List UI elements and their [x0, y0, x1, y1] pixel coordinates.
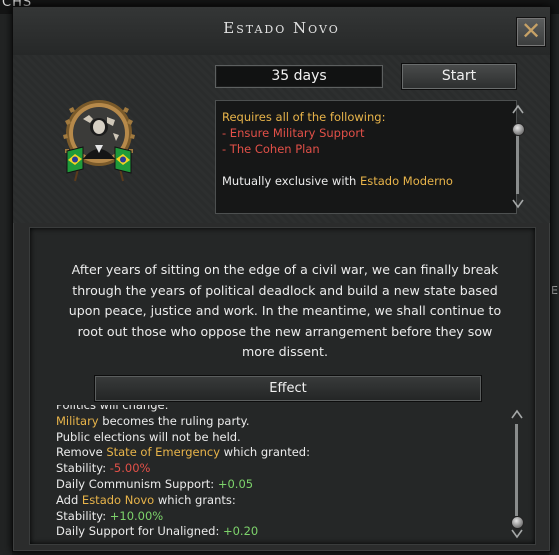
effect-line-part: Add [56, 492, 82, 507]
effect-line: Stability: -5.00% [56, 461, 496, 477]
background-left-strip [0, 14, 12, 555]
window-header: Estado Novo ✕ [13, 7, 550, 55]
effect-line: Stability: +10.00% [56, 509, 496, 525]
effect-line-part: +10.00% [109, 508, 164, 523]
effects-scrollbar[interactable] [510, 408, 524, 540]
effect-line-part: +0.05 [217, 476, 254, 491]
effect-line-part: Military [56, 413, 99, 428]
requirements-spacer [222, 157, 502, 173]
effect-line-part: which grants: [154, 492, 236, 507]
effect-line-part: -5.00% [109, 461, 151, 476]
effect-line: Remove State of Emergency which granted: [56, 445, 496, 461]
start-button[interactable]: Start [401, 63, 517, 90]
scroll-down-arrow-icon[interactable] [510, 528, 524, 540]
effect-line-part: State of Emergency [106, 445, 221, 460]
effects-list: Politics will change: Military becomes th… [56, 405, 496, 539]
requirements-heading: Requires all of the following: [222, 110, 386, 124]
scroll-track[interactable] [515, 424, 518, 516]
scroll-up-arrow-icon[interactable] [510, 408, 524, 420]
scroll-thumb[interactable] [512, 123, 525, 136]
close-x-icon: ✕ [520, 17, 542, 45]
effect-header: Effect [94, 375, 482, 402]
effect-line: Military becomes the ruling party. [56, 414, 496, 430]
effect-line-part: Stability: [56, 461, 110, 476]
focus-window: Estado Novo ✕ 35 days Start Requires all… [12, 6, 551, 552]
requirement-item: - The Cohen Plan [222, 142, 320, 156]
effect-line-part: +0.20 [222, 524, 259, 539]
requirements-scrollbar[interactable] [511, 103, 525, 211]
background-right-cut-text: Er [551, 284, 559, 297]
scroll-down-arrow-icon[interactable] [511, 198, 525, 210]
effects-scroll-view: Politics will change: Military becomes th… [56, 405, 496, 539]
effect-line-part: Estado Novo [81, 492, 155, 507]
effect-line-part: Remove [56, 445, 107, 460]
effect-line-part: Daily Communism Support: [56, 476, 218, 491]
focus-description: After years of sitting on the edge of a … [68, 262, 502, 359]
effect-line-part: becomes the ruling party. [98, 413, 250, 428]
effect-line: Daily Support for Unaligned: +0.20 [56, 524, 496, 539]
close-button[interactable]: ✕ [516, 17, 546, 47]
mutually-exclusive-line: Mutually exclusive with Estado Moderno [222, 173, 502, 189]
effect-line: Add Estado Novo which grants: [56, 493, 496, 509]
effect-line: Public elections will not be held. [56, 430, 496, 446]
mutually-exclusive-prefix: Mutually exclusive with [222, 174, 357, 188]
effect-line-part: Public elections will not be held. [56, 429, 241, 444]
effect-line: Politics will change: [56, 405, 496, 414]
requirements-box: Requires all of the following: - Ensure … [215, 100, 525, 214]
effect-line-part: Politics will change: [56, 405, 169, 412]
scroll-track[interactable] [516, 136, 519, 194]
requirements-text: Requires all of the following: - Ensure … [222, 109, 502, 189]
effect-line-part: Daily Support for Unaligned: [56, 524, 223, 539]
mutually-exclusive-focus: Estado Moderno [359, 174, 453, 188]
duration-display: 35 days [215, 65, 383, 88]
effect-line-part: which granted: [220, 445, 310, 460]
requirement-item: - Ensure Military Support [222, 126, 365, 140]
description-panel: After years of sitting on the edge of a … [29, 227, 536, 545]
focus-emblem-icon [63, 100, 135, 182]
focus-info-panel: 35 days Start Requires all of the follow… [13, 55, 550, 223]
window-title: Estado Novo [223, 19, 340, 37]
scroll-up-arrow-icon[interactable] [511, 103, 525, 115]
effect-line-part: Stability: [56, 508, 110, 523]
effect-line: Daily Communism Support: +0.05 [56, 477, 496, 493]
